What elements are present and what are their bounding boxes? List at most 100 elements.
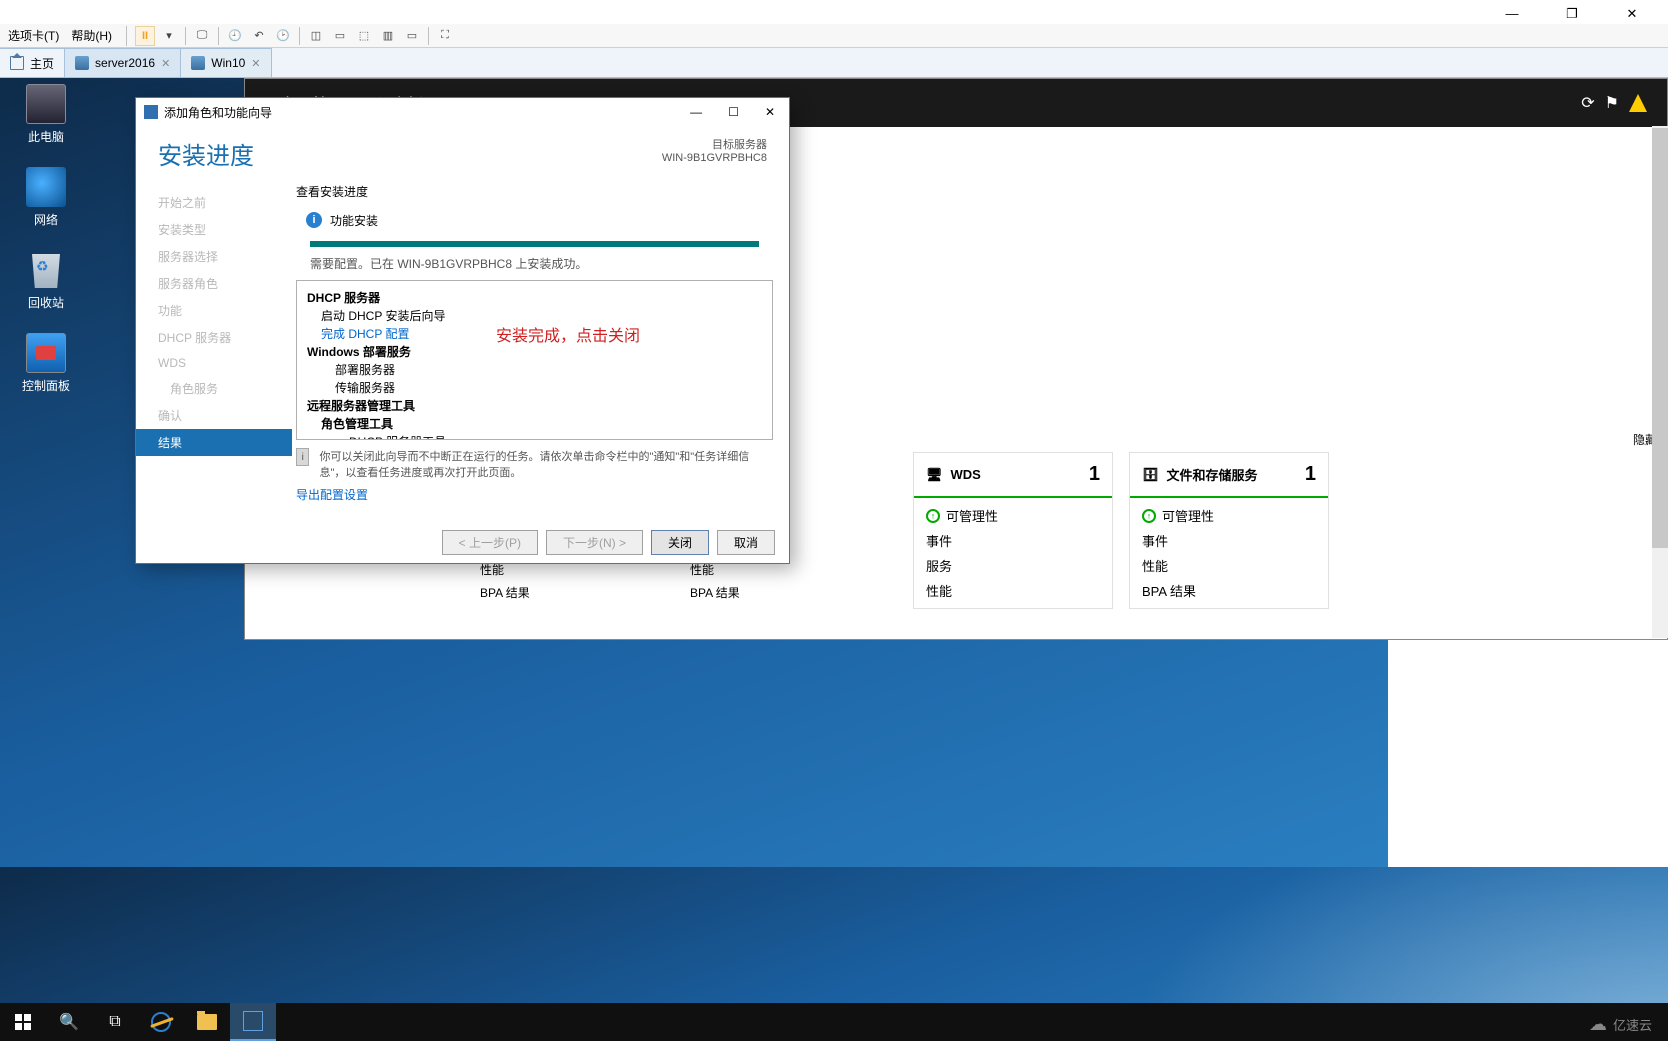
- cloud-icon: ☁: [1589, 1014, 1607, 1035]
- prev-button: < 上一步(P): [442, 530, 538, 555]
- vm-menubar: 选项卡(T) 帮助(H) II ▾ 🖵 🕘 ↶ 🕑 ◫ ▭ ⬚ ▥ ▭ ⛶: [0, 24, 1668, 48]
- view-progress-label: 查看安装进度: [296, 183, 773, 200]
- card-file-storage[interactable]: 🗄文件和存储服务1 ↑可管理性 事件 性能 BPA 结果: [1129, 452, 1329, 609]
- export-settings-link[interactable]: 导出配置设置: [296, 486, 773, 503]
- note-icon: i: [296, 448, 309, 466]
- info-icon: i: [306, 212, 322, 228]
- card-row[interactable]: ↑可管理性: [1142, 506, 1316, 525]
- nav-before-begin: 开始之前: [136, 189, 292, 216]
- wizard-minimize-button[interactable]: —: [684, 105, 708, 119]
- close-icon[interactable]: ✕: [161, 57, 170, 70]
- home-icon: [10, 56, 24, 70]
- wizard-maximize-button[interactable]: ☐: [722, 105, 745, 119]
- card-row[interactable]: 事件: [1142, 531, 1316, 550]
- wizard-header: 安装进度 目标服务器 WIN-9B1GVRPBHC8: [136, 126, 789, 179]
- tab-win10[interactable]: Win10 ✕: [181, 48, 271, 77]
- cancel-button[interactable]: 取消: [717, 530, 775, 555]
- ie-button[interactable]: [138, 1003, 184, 1041]
- nav-features: 功能: [136, 297, 292, 324]
- card-row[interactable]: ↑可管理性: [926, 506, 1100, 525]
- icon-control-panel[interactable]: 控制面板: [10, 333, 82, 394]
- wizard-window-title: 添加角色和功能向导: [164, 104, 272, 121]
- network-icon: [26, 167, 66, 207]
- task-view-button[interactable]: ⧉: [92, 1003, 138, 1041]
- tab-home[interactable]: 主页: [0, 48, 65, 77]
- menu-help[interactable]: 帮助(H): [65, 27, 118, 44]
- view-thumb-icon[interactable]: ▭: [402, 26, 422, 46]
- flag-icon[interactable]: ⚑: [1605, 93, 1619, 113]
- fullscreen-icon[interactable]: ⛶: [435, 26, 455, 46]
- status-ok-icon: ↑: [1142, 509, 1156, 523]
- view-unity-icon[interactable]: ⬚: [354, 26, 374, 46]
- nav-confirm: 确认: [136, 402, 292, 429]
- icon-recycle-bin[interactable]: 回收站: [10, 250, 82, 311]
- target-server-label: 目标服务器: [662, 136, 767, 152]
- tab-server2016[interactable]: server2016 ✕: [65, 48, 181, 77]
- maximize-button[interactable]: ❐: [1552, 6, 1592, 22]
- card-wds[interactable]: 🖥WDS1 ↑可管理性 事件 服务 性能: [913, 452, 1113, 609]
- feature-install-row: i 功能安装: [306, 212, 773, 229]
- folder-icon: [197, 1014, 217, 1030]
- card-row[interactable]: 事件: [926, 531, 1100, 550]
- card-row[interactable]: 性能: [1142, 556, 1316, 575]
- watermark-text: 亿速云: [1613, 1015, 1652, 1034]
- icon-network[interactable]: 网络: [10, 167, 82, 228]
- card-row[interactable]: 服务: [926, 556, 1100, 575]
- wizard-note: i 你可以关闭此向导而不中断正在运行的任务。请依次单击命令栏中的"通知"和"任务…: [296, 448, 773, 480]
- tab-home-label: 主页: [30, 55, 54, 72]
- view-split-icon[interactable]: ◫: [306, 26, 326, 46]
- feature-install-label: 功能安装: [330, 212, 378, 229]
- next-button: 下一步(N) >: [546, 530, 643, 555]
- menu-tabs[interactable]: 选项卡(T): [2, 27, 65, 44]
- wizard-titlebar[interactable]: 添加角色和功能向导 — ☐ ✕: [136, 98, 789, 126]
- wizard-close-button[interactable]: ✕: [759, 105, 781, 119]
- card-file-count: 1: [1305, 463, 1316, 486]
- card-wds-count: 1: [1089, 463, 1100, 486]
- target-server-value: WIN-9B1GVRPBHC8: [662, 152, 767, 164]
- wizard-main: 查看安装进度 i 功能安装 需要配置。已在 WIN-9B1GVRPBHC8 上安…: [292, 179, 789, 522]
- snapshot-icon[interactable]: 🕘: [225, 26, 245, 46]
- scrollbar[interactable]: [1652, 126, 1668, 638]
- nav-server-select: 服务器选择: [136, 243, 292, 270]
- tab-win10-label: Win10: [211, 56, 245, 70]
- partial-card-2: 性能BPA 结果: [676, 558, 860, 604]
- result-rsat: 远程服务器管理工具: [307, 397, 762, 415]
- result-transport-server: 传输服务器: [307, 379, 762, 397]
- nav-dhcp: DHCP 服务器: [136, 324, 292, 351]
- card-row[interactable]: BPA 结果: [1142, 581, 1316, 600]
- ie-icon: [151, 1012, 171, 1032]
- pause-icon[interactable]: II: [135, 26, 155, 46]
- close-button[interactable]: 关闭: [651, 530, 709, 555]
- control-panel-icon: [26, 333, 66, 373]
- explorer-button[interactable]: [184, 1003, 230, 1041]
- play-icon[interactable]: ▾: [159, 26, 179, 46]
- search-button[interactable]: 🔍: [46, 1003, 92, 1041]
- nav-results[interactable]: 结果: [136, 429, 292, 456]
- desktop-icons: 此电脑 网络 回收站 控制面板: [10, 84, 82, 394]
- manage-icon[interactable]: 🕑: [273, 26, 293, 46]
- vm-icon: [191, 56, 205, 70]
- close-button[interactable]: ✕: [1612, 6, 1652, 22]
- start-button[interactable]: [0, 1003, 46, 1041]
- tab-server2016-label: server2016: [95, 56, 155, 70]
- vm-icon: [75, 56, 89, 70]
- minimize-button[interactable]: —: [1492, 6, 1532, 22]
- config-message: 需要配置。已在 WIN-9B1GVRPBHC8 上安装成功。: [310, 255, 759, 272]
- card-row[interactable]: 性能: [926, 581, 1100, 600]
- result-deploy-server: 部署服务器: [307, 361, 762, 379]
- nav-install-type: 安装类型: [136, 216, 292, 243]
- icon-this-pc[interactable]: 此电脑: [10, 84, 82, 145]
- send-icon[interactable]: 🖵: [192, 26, 212, 46]
- pc-icon: [26, 84, 66, 124]
- wizard-icon: [144, 105, 158, 119]
- server-manager-button[interactable]: [230, 1003, 276, 1041]
- refresh-icon[interactable]: ⟳: [1581, 93, 1594, 113]
- close-icon[interactable]: ✕: [251, 57, 260, 70]
- nav-server-roles: 服务器角色: [136, 270, 292, 297]
- view-multi-icon[interactable]: ▥: [378, 26, 398, 46]
- progress-bar: [310, 241, 759, 247]
- results-box[interactable]: DHCP 服务器 启动 DHCP 安装后向导 完成 DHCP 配置 Window…: [296, 280, 773, 440]
- revert-icon[interactable]: ↶: [249, 26, 269, 46]
- warning-icon[interactable]: [1629, 94, 1647, 112]
- view-full-icon[interactable]: ▭: [330, 26, 350, 46]
